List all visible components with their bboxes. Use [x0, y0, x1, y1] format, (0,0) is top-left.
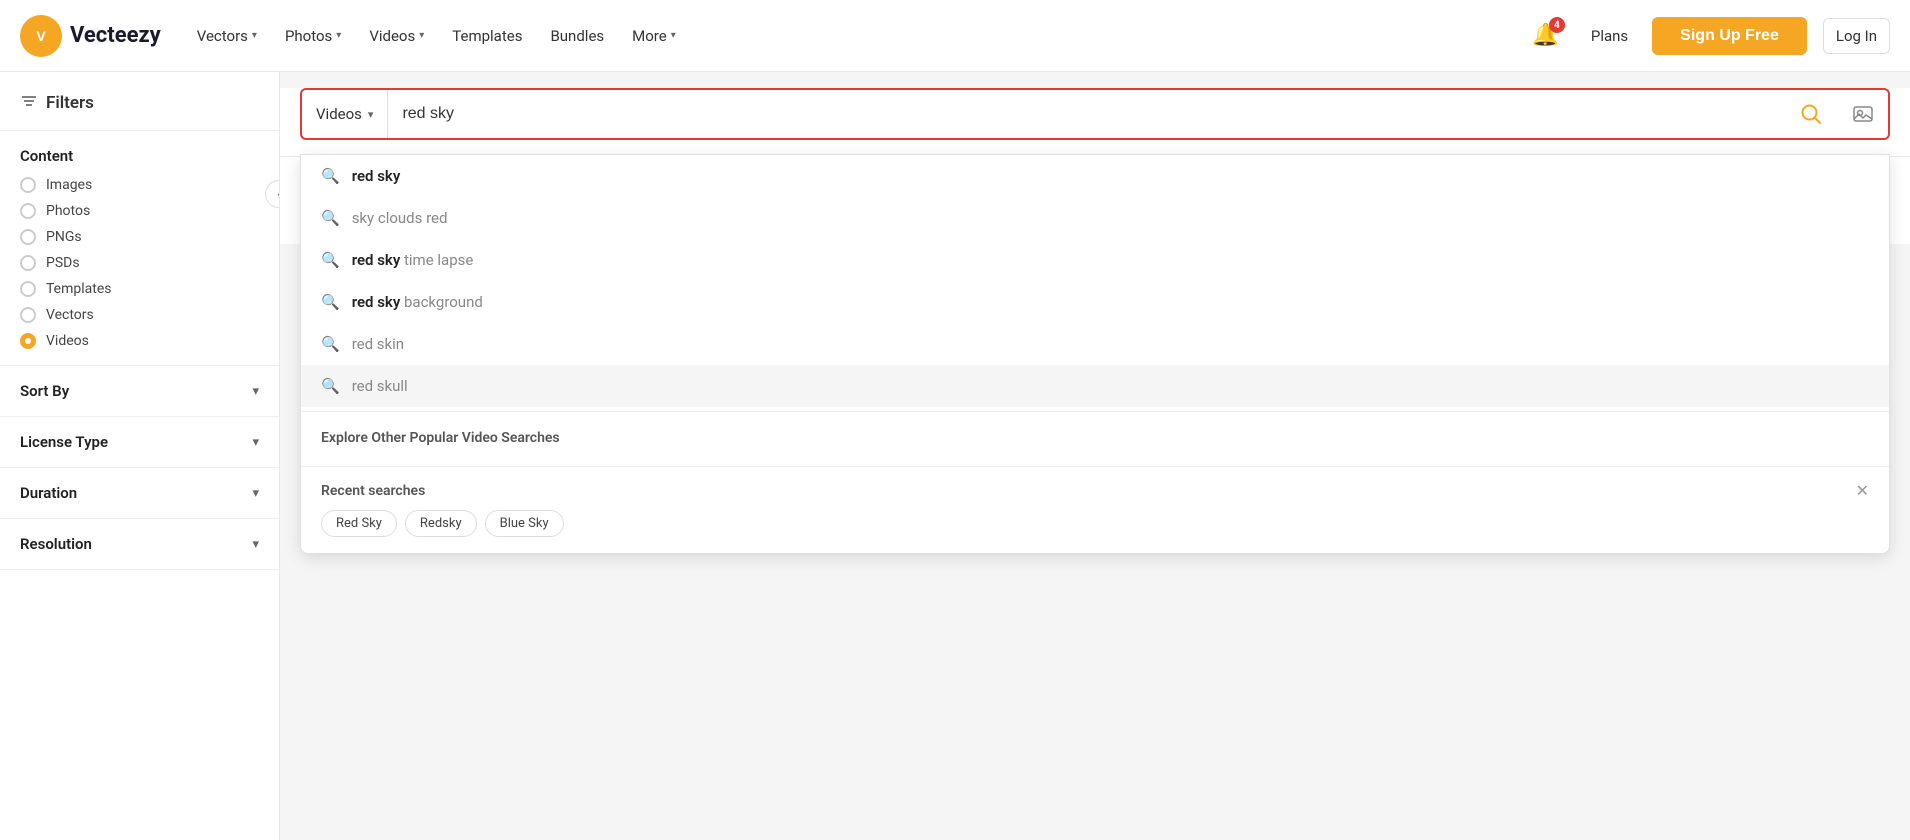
explore-section: Explore Other Popular Video Searches: [301, 416, 1889, 462]
signup-button[interactable]: Sign Up Free: [1652, 17, 1807, 55]
recent-close-button[interactable]: ✕: [1856, 481, 1869, 500]
sort-by-section[interactable]: Sort By ▾: [0, 366, 279, 417]
suggestion-red-sky-background[interactable]: 🔍 red sky background: [301, 281, 1889, 323]
suggestion-sky-clouds-red[interactable]: 🔍 sky clouds red: [301, 197, 1889, 239]
recent-tags: Red Sky Redsky Blue Sky: [321, 510, 1869, 537]
filter-icon: [20, 92, 38, 114]
search-icon: 🔍: [321, 335, 340, 353]
logo-text: Vecteezy: [70, 23, 161, 48]
plans-link[interactable]: Plans: [1583, 19, 1636, 53]
chevron-down-icon: ▾: [252, 384, 259, 399]
search-icon: 🔍: [321, 251, 340, 269]
radio-pngs: [20, 229, 36, 245]
radio-videos: [20, 333, 36, 349]
nav-vectors[interactable]: Vectors ▾: [185, 19, 269, 53]
resolution-section[interactable]: Resolution ▾: [0, 519, 279, 570]
content-option-templates[interactable]: Templates: [20, 281, 259, 297]
search-icon: 🔍: [321, 377, 340, 395]
suggestion-red-sky-time-lapse[interactable]: 🔍 red sky time lapse: [301, 239, 1889, 281]
nav-more[interactable]: More ▾: [620, 19, 688, 53]
divider: [301, 411, 1889, 412]
nav-videos[interactable]: Videos ▾: [357, 19, 436, 53]
content-option-psds[interactable]: PSDs: [20, 255, 259, 271]
chevron-down-icon: ▾: [252, 537, 259, 552]
logo-icon: V: [20, 15, 62, 57]
chevron-down-icon: ▾: [368, 108, 374, 121]
sidebar: ‹ Filters Content Images: [0, 72, 280, 840]
radio-images: [20, 177, 36, 193]
chevron-down-icon: ▾: [252, 435, 259, 450]
svg-text:V: V: [36, 28, 46, 44]
sidebar-header: Filters: [0, 92, 279, 131]
explore-title: Explore Other Popular Video Searches: [321, 430, 1869, 446]
chevron-down-icon: ▾: [252, 30, 257, 41]
content-section-title: Content: [20, 147, 259, 165]
recent-tag-blue-sky[interactable]: Blue Sky: [485, 510, 564, 537]
search-type-label: Videos: [316, 105, 362, 123]
content-section: Content Images Photos PNGs PSDs: [0, 131, 279, 366]
nav-templates[interactable]: Templates: [440, 19, 534, 53]
suggestion-red-skin[interactable]: 🔍 red skin: [301, 323, 1889, 365]
content-option-photos[interactable]: Photos: [20, 203, 259, 219]
recent-title: Recent searches: [321, 483, 425, 499]
nav-right: 🔔 4 Plans Sign Up Free Log In: [1523, 15, 1890, 56]
license-type-section[interactable]: License Type ▾: [0, 417, 279, 468]
radio-vectors: [20, 307, 36, 323]
main-layout: ‹ Filters Content Images: [0, 72, 1910, 840]
logo[interactable]: V Vecteezy: [20, 15, 161, 57]
nav-links: Vectors ▾ Photos ▾ Videos ▾ Templates Bu…: [185, 19, 1524, 53]
content-area: Videos ▾: [280, 72, 1910, 840]
search-container: Videos ▾: [280, 88, 1910, 157]
content-option-videos[interactable]: Videos: [20, 333, 259, 349]
content-option-vectors[interactable]: Vectors: [20, 307, 259, 323]
search-type-selector[interactable]: Videos ▾: [302, 90, 388, 138]
navbar: V Vecteezy Vectors ▾ Photos ▾ Videos ▾ T…: [0, 0, 1910, 72]
notification-button[interactable]: 🔔 4: [1523, 15, 1566, 56]
login-link[interactable]: Log In: [1823, 18, 1890, 54]
suggestion-red-sky[interactable]: 🔍 red sky: [301, 155, 1889, 197]
search-button[interactable]: [1784, 90, 1838, 138]
divider-2: [301, 466, 1889, 467]
search-bar: Videos ▾: [300, 88, 1890, 140]
suggestion-red-skull[interactable]: 🔍 red skull: [301, 365, 1889, 407]
search-icon: 🔍: [321, 293, 340, 311]
search-input[interactable]: [388, 90, 1784, 138]
resolution-title: Resolution: [20, 535, 92, 553]
notification-badge: 4: [1549, 17, 1565, 33]
chevron-down-icon: ▾: [671, 30, 676, 41]
recent-tag-redsky[interactable]: Redsky: [405, 510, 477, 537]
filters-label: Filters: [46, 93, 94, 113]
radio-psds: [20, 255, 36, 271]
license-type-title: License Type: [20, 433, 108, 451]
content-option-images[interactable]: Images: [20, 177, 259, 193]
chevron-down-icon: ▾: [336, 30, 341, 41]
nav-bundles[interactable]: Bundles: [538, 19, 616, 53]
chevron-down-icon: ▾: [252, 486, 259, 501]
nav-photos[interactable]: Photos ▾: [273, 19, 353, 53]
search-icon: 🔍: [321, 167, 340, 185]
recent-tag-red-sky[interactable]: Red Sky: [321, 510, 397, 537]
chevron-down-icon: ▾: [419, 30, 424, 41]
radio-templates: [20, 281, 36, 297]
duration-title: Duration: [20, 484, 77, 502]
image-search-button[interactable]: [1838, 90, 1888, 138]
recent-section: Recent searches ✕ Red Sky Redsky Blue Sk…: [301, 471, 1889, 553]
search-icon: 🔍: [321, 209, 340, 227]
duration-section[interactable]: Duration ▾: [0, 468, 279, 519]
sort-by-title: Sort By: [20, 382, 69, 400]
radio-photos: [20, 203, 36, 219]
content-option-pngs[interactable]: PNGs: [20, 229, 259, 245]
content-radio-group: Images Photos PNGs PSDs Templates: [20, 177, 259, 349]
search-dropdown: 🔍 red sky 🔍 sky clouds red 🔍 red sky tim…: [300, 154, 1890, 554]
recent-header: Recent searches ✕: [321, 481, 1869, 500]
